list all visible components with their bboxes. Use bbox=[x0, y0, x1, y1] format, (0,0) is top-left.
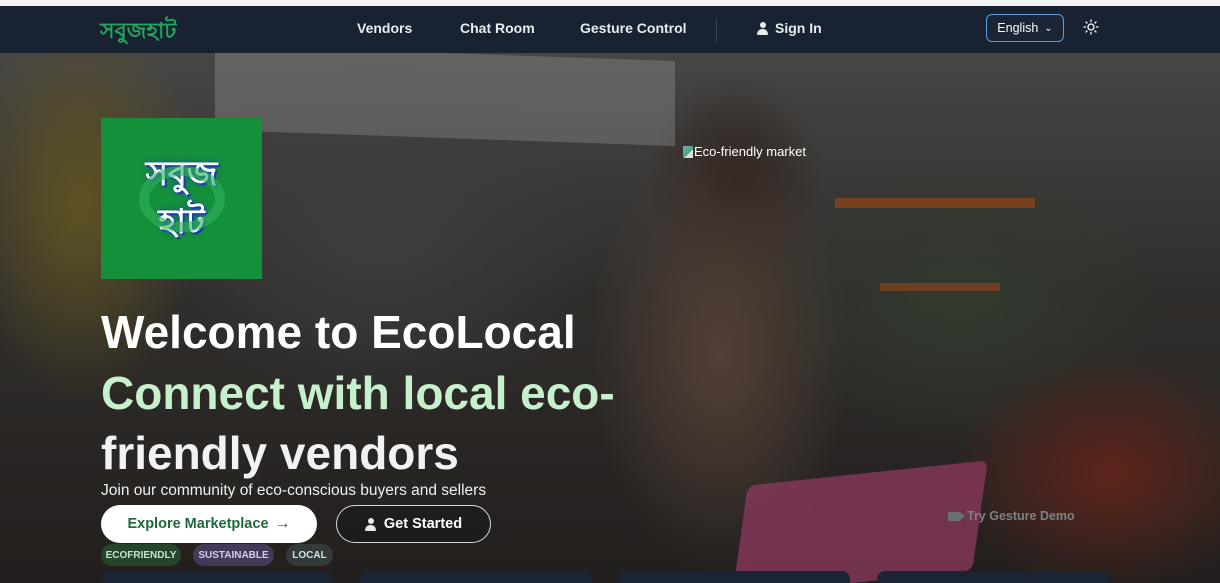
broken-image-icon bbox=[683, 145, 693, 158]
chevron-down-icon: ⌄ bbox=[1044, 22, 1053, 34]
tag-sustainable: SUSTAINABLE bbox=[193, 544, 274, 566]
try-gesture-demo-label: Try Gesture Demo bbox=[967, 509, 1075, 523]
get-started-button[interactable]: Get Started bbox=[336, 505, 491, 543]
hero-subtitle-green: Connect with local eco- bbox=[101, 367, 615, 419]
explore-marketplace-label: Explore Marketplace bbox=[127, 516, 269, 532]
sobujhat-logo: সবুজ হাট bbox=[101, 118, 262, 279]
hero-subtitle-rest: friendly vendors bbox=[101, 427, 459, 479]
image-alt-text: Eco-friendly market bbox=[694, 144, 806, 159]
arrow-right-icon: → bbox=[274, 515, 291, 532]
feature-card bbox=[618, 571, 850, 583]
recycle-ring-icon bbox=[139, 166, 225, 232]
hero-section: সবুজ হাট Eco-friendly market Welcome to … bbox=[0, 53, 1220, 583]
nav-gesture-control[interactable]: Gesture Control bbox=[580, 20, 687, 36]
try-gesture-demo-button[interactable]: Try Gesture Demo bbox=[948, 509, 1075, 523]
navbar: সবুজহাট Vendors Chat Room Gesture Contro… bbox=[0, 6, 1220, 53]
sign-in-label: Sign In bbox=[775, 20, 822, 36]
sign-in-link[interactable]: Sign In bbox=[757, 20, 822, 36]
nav-vendors[interactable]: Vendors bbox=[357, 20, 412, 36]
tag-ecofriendly: ECOFRIENDLY bbox=[101, 544, 181, 566]
theme-toggle-sun-icon[interactable] bbox=[1083, 19, 1099, 35]
nav-chat-room[interactable]: Chat Room bbox=[460, 20, 535, 36]
explore-marketplace-button[interactable]: Explore Marketplace → bbox=[101, 505, 317, 543]
get-started-label: Get Started bbox=[383, 516, 463, 532]
feature-card bbox=[360, 571, 592, 583]
broken-image: Eco-friendly market bbox=[683, 144, 806, 159]
hero-title: Welcome to EcoLocal bbox=[101, 306, 576, 358]
brand-logo[interactable]: সবুজহাট bbox=[100, 14, 176, 51]
hero-subtitle: Connect with local eco- friendly vendors bbox=[101, 363, 661, 483]
tag-local: LOCAL bbox=[286, 544, 333, 566]
feature-card bbox=[877, 571, 1109, 583]
nav-divider bbox=[716, 18, 717, 42]
hero-tagline: Join our community of eco-conscious buye… bbox=[101, 482, 487, 499]
feature-card bbox=[101, 571, 333, 583]
user-icon bbox=[757, 21, 768, 35]
language-select[interactable]: English ⌄ bbox=[986, 14, 1064, 42]
video-camera-icon bbox=[948, 511, 965, 521]
language-label: English bbox=[997, 21, 1039, 35]
user-icon bbox=[364, 517, 376, 531]
